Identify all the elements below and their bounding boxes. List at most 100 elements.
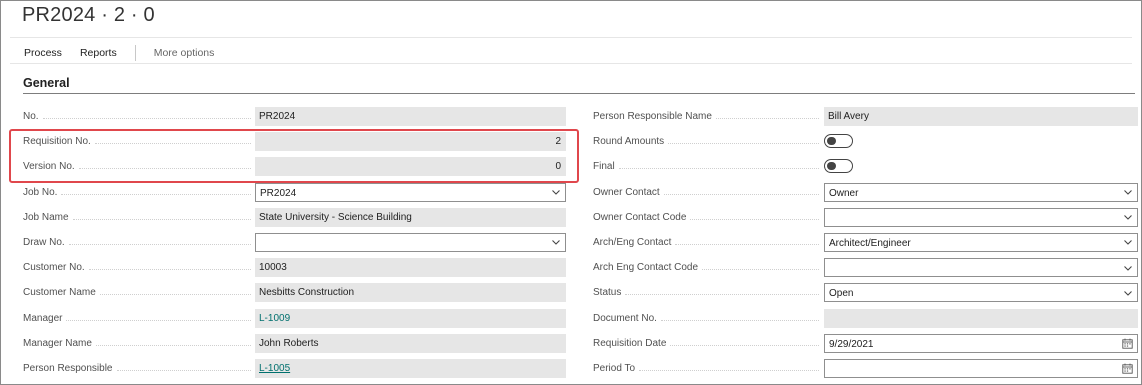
label-leader [618,168,819,170]
field-label-requisition-date[interactable]: Requisition Date [593,335,819,352]
label-leader [715,118,819,119]
field-row-manager: Manager L-1009 [23,306,567,331]
requisition-no-value: 2 [555,136,561,148]
field-row-job-name: Job Name State University - Science Build… [23,205,567,230]
requisition-date-value: 9/29/2021 [829,338,874,350]
field-row-requisition-no: Requisition No. 2 [23,129,567,154]
label-leader [78,168,251,170]
label-leader [68,243,251,245]
calendar-icon[interactable] [1122,337,1133,352]
field-row-job-no: Job No. PR2024 [23,180,567,205]
label-leader [99,294,251,296]
field-row-customer-no: Customer No. 10003 [23,255,567,280]
chevron-down-icon[interactable] [551,184,561,201]
job-no-select[interactable]: PR2024 [255,182,566,202]
requisition-no-field: 2 [255,132,566,152]
manager-name-value: John Roberts [259,337,319,349]
field-label-round-amounts[interactable]: Round Amounts [593,133,819,150]
period-to-date-input[interactable] [824,358,1138,378]
status-value: Open [829,288,854,300]
manager-name-field: John Roberts [255,333,566,353]
field-label-status[interactable]: Status [593,284,819,301]
label-leader [66,319,251,321]
field-label-job-name[interactable]: Job Name [23,209,251,226]
arch-eng-contact-code-select[interactable] [824,258,1138,278]
field-label-arch-eng-contact[interactable]: Arch/Eng Contact [593,234,819,251]
label-leader [72,218,251,220]
field-label-requisition-no[interactable]: Requisition No. [23,133,251,150]
field-label-manager[interactable]: Manager [23,310,251,327]
field-label-person-responsible[interactable]: Person Responsible [23,360,251,377]
field-row-draw-no: Draw No. [23,230,567,255]
job-no-value: PR2024 [260,187,297,199]
version-no-field: 0 [255,157,566,177]
left-field-column: No. PR2024 Requisition No. 2 Version No. 0 Job… [23,104,567,381]
arch-eng-contact-select[interactable]: Architect/Engineer [824,232,1138,252]
field-label-owner-contact[interactable]: Owner Contact [593,184,819,201]
chevron-down-icon[interactable] [551,234,561,251]
owner-contact-select[interactable]: Owner [824,182,1138,202]
label-leader [639,369,819,371]
field-row-no: No. PR2024 [23,104,567,129]
field-row-requisition-date: Requisition Date 9/29/2021 [593,331,1139,356]
final-toggle[interactable] [824,159,853,174]
field-label-draw-no[interactable]: Draw No. [23,234,251,251]
owner-contact-code-select[interactable] [824,207,1138,227]
more-options-button[interactable]: More options [154,47,215,59]
round-amounts-toggle[interactable] [824,134,853,149]
field-label-arch-eng-contact-code[interactable]: Arch Eng Contact Code [593,259,819,276]
field-label-document-no[interactable]: Document No. [593,310,819,327]
chevron-down-icon[interactable] [1123,209,1133,226]
field-label-manager-name[interactable]: Manager Name [23,335,251,352]
manager-link[interactable]: L-1009 [255,308,566,328]
person-responsible-name-field: Bill Avery [824,107,1138,126]
reports-menu[interactable]: Reports [80,47,117,59]
field-row-customer-name: Customer Name Nesbitts Construction [23,280,567,305]
process-menu[interactable]: Process [24,47,62,59]
job-name-field: State University - Science Building [255,207,566,227]
action-bar: Process Reports More options [24,45,214,61]
label-leader [116,369,251,371]
chevron-down-icon[interactable] [1123,259,1133,276]
field-label-version-no[interactable]: Version No. [23,158,251,175]
requisition-date-date-input[interactable]: 9/29/2021 [824,333,1138,353]
person-responsible-name-value: Bill Avery [828,111,869,122]
owner-contact-value: Owner [829,187,859,199]
field-label-person-responsible-name[interactable]: Person Responsible Name [593,108,819,125]
version-no-value: 0 [555,161,561,173]
label-leader [690,218,819,220]
field-row-arch-eng-contact-code: Arch Eng Contact Code [593,255,1139,280]
field-row-period-to: Period To [593,356,1139,381]
field-label-customer-name[interactable]: Customer Name [23,284,251,301]
label-leader [42,118,251,119]
chevron-down-icon[interactable] [1123,234,1133,251]
field-row-round-amounts: Round Amounts [593,129,1139,154]
action-divider [10,63,1132,64]
field-label-customer-no[interactable]: Customer No. [23,259,251,276]
label-leader [660,319,819,321]
field-row-manager-name: Manager Name John Roberts [23,331,567,356]
draw-no-select[interactable] [255,232,566,252]
section-general-title[interactable]: General [23,76,70,90]
no-field: PR2024 [255,107,566,126]
label-leader [663,193,819,195]
field-row-person-responsible: Person Responsible L-1005 [23,356,567,381]
field-row-arch-eng-contact: Arch/Eng Contact Architect/Engineer [593,230,1139,255]
field-row-document-no: Document No. [593,306,1139,331]
field-label-job-no[interactable]: Job No. [23,184,251,201]
person-responsible-link[interactable]: L-1005 [255,358,566,378]
person-responsible-value: L-1005 [259,362,291,374]
field-label-period-to[interactable]: Period To [593,360,819,377]
chevron-down-icon[interactable] [1123,184,1133,201]
title-divider [10,37,1132,38]
field-label-final[interactable]: Final [593,158,819,175]
page-title: PR2024 · 2 · 0 [22,4,155,26]
action-separator [134,45,136,61]
field-row-status: Status Open [593,280,1139,305]
chevron-down-icon[interactable] [1123,284,1133,301]
calendar-icon[interactable] [1122,362,1133,377]
toggle-knob [827,136,836,146]
field-label-owner-contact-code[interactable]: Owner Contact Code [593,209,819,226]
status-select[interactable]: Open [824,283,1138,303]
field-label-no[interactable]: No. [23,108,251,125]
